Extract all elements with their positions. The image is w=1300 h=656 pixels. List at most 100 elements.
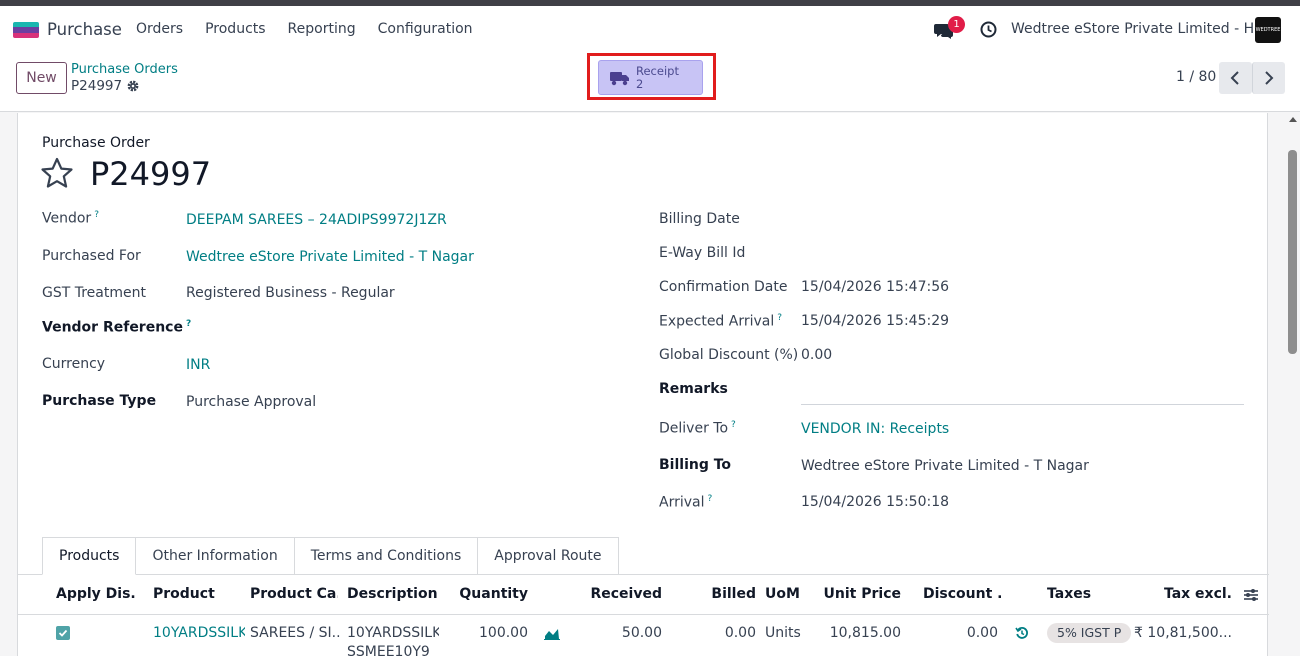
order-name: P24997 [90,155,212,193]
tab-terms-and-conditions[interactable]: Terms and Conditions [294,537,479,575]
gear-icon[interactable] [126,79,140,93]
confirmation-date-value[interactable]: 15/04/2026 15:47:56 [801,279,949,295]
optional-columns-icon[interactable] [1243,588,1259,602]
check-icon [58,629,68,637]
chevron-left-icon [1230,71,1239,85]
deliver-to-label: Deliver To? [659,420,736,437]
global-discount-label: Global Discount (%) [659,347,799,363]
breadcrumb-purchase-orders[interactable]: Purchase Orders [71,62,178,77]
arrival-value[interactable]: 15/04/2026 15:50:18 [801,494,949,510]
tab-approval-route[interactable]: Approval Route [478,537,619,575]
tax-tag[interactable]: 5% IGST P [1047,623,1132,643]
col-unit-price[interactable]: Unit Price [818,586,901,602]
pager-next-button[interactable] [1252,62,1285,94]
billing-to-label: Billing To [659,457,732,473]
forecast-chart-icon[interactable] [544,627,560,640]
form-sheet: Purchase Order P24997 Vendor? DEEPAM SAR… [17,113,1269,656]
new-button[interactable]: New [16,62,67,94]
activity-clock-icon[interactable] [980,21,997,38]
currency-label: Currency [42,356,106,372]
deliver-to-label-text: Deliver To [659,420,729,437]
col-tax-excluded[interactable]: Tax excl. [1138,586,1232,602]
deliver-to-help[interactable]: ? [731,420,736,430]
currency-value[interactable]: INR [186,357,210,373]
gst-treatment-label: GST Treatment [42,285,146,301]
col-billed[interactable]: Billed [688,586,756,602]
row-product[interactable]: 10YARDSSILKS [153,625,245,641]
global-discount-value[interactable]: 0.00 [801,347,832,363]
pager-previous-button[interactable] [1219,62,1252,94]
row-description-line2[interactable]: SSMEE10Y9 [347,644,439,656]
company-switcher[interactable]: Wedtree eStore Private Limited - HO [1011,21,1265,37]
col-taxes[interactable]: Taxes [1047,586,1107,602]
remarks-input[interactable] [801,383,1244,401]
menu-products[interactable]: Products [205,21,265,37]
purchase-app-icon[interactable] [13,22,39,38]
row-tax-excluded[interactable]: ₹ 10,81,500... [1128,625,1232,641]
expected-arrival-label-text: Expected Arrival [659,313,775,330]
user-avatar[interactable]: WEDTREE [1255,17,1281,43]
row-unit-price[interactable]: 10,815.00 [818,625,901,641]
col-description[interactable]: Description [347,586,437,602]
col-product[interactable]: Product [153,586,233,602]
billing-to-value[interactable]: Wedtree eStore Private Limited - T Nagar [801,458,1089,474]
form-title-label: Purchase Order [42,135,150,151]
tab-products[interactable]: Products [42,537,137,575]
scroll-up-arrow[interactable] [1289,117,1297,122]
avatar-text: WEDTREE [1255,26,1281,33]
vendor-reference-input[interactable] [186,319,486,337]
star-icon[interactable] [40,157,74,189]
col-received[interactable]: Received [578,586,662,602]
row-description-line1[interactable]: 10YARDSSILK [347,625,439,641]
row-quantity[interactable]: 100.00 [448,625,528,641]
purchased-for-value[interactable]: Wedtree eStore Private Limited - T Nagar [186,249,474,265]
menu-configuration[interactable]: Configuration [378,21,473,37]
scroll-thumb[interactable] [1288,150,1297,354]
receipt-label: Receipt [636,64,679,78]
row-uom[interactable]: Units [765,625,815,641]
expected-arrival-value[interactable]: 15/04/2026 15:45:29 [801,313,949,329]
col-quantity[interactable]: Quantity [448,586,528,602]
deliver-to-value[interactable]: VENDOR IN: Receipts [801,421,949,437]
vendor-reference-label: Vendor Reference? [42,319,191,336]
purchase-type-value[interactable]: Purchase Approval [186,394,316,410]
history-icon[interactable] [1015,626,1029,640]
row-received[interactable]: 50.00 [578,625,662,641]
apply-discount-checkbox[interactable] [56,626,70,640]
expected-arrival-label: Expected Arrival? [659,313,782,330]
app-name[interactable]: Purchase [47,20,122,39]
col-apply-discount[interactable]: Apply Dis... [56,586,136,602]
purchase-type-label: Purchase Type [42,393,157,409]
vendor-label: Vendor? [42,210,99,227]
page-scrollbar[interactable] [1286,113,1300,656]
arrival-help[interactable]: ? [708,494,713,504]
confirmation-date-label: Confirmation Date [659,279,788,295]
row-billed[interactable]: 0.00 [688,625,756,641]
menu-orders[interactable]: Orders [136,21,183,37]
arrival-label: Arrival? [659,494,712,511]
row-category[interactable]: SAREES / SI... [250,625,340,641]
remarks-underline [801,404,1244,405]
expected-arrival-help[interactable]: ? [777,313,782,323]
col-uom[interactable]: UoM [765,586,815,602]
receipt-smart-button[interactable]: Receipt 2 [598,60,703,95]
menu-reporting[interactable]: Reporting [288,21,356,37]
billing-date-input[interactable] [801,211,1101,229]
eway-bill-input[interactable] [801,245,1101,263]
gst-treatment-value[interactable]: Registered Business - Regular [186,285,395,301]
top-navbar: Purchase Orders Products Reporting Confi… [0,6,1300,53]
purchased-for-label: Purchased For [42,248,141,264]
control-panel: New Purchase Orders P24997 Receipt 2 1 /… [0,53,1300,112]
col-discount[interactable]: Discount ... [923,586,1001,602]
main-menu: Orders Products Reporting Configuration [136,21,495,37]
breadcrumb-current: P24997 [71,78,123,94]
pager-value[interactable]: 1 / 80 [1176,69,1216,85]
remarks-label: Remarks [659,381,728,397]
receipt-count: 2 [636,77,644,91]
truck-icon [610,72,629,86]
vendor-value[interactable]: DEEPAM SAREES – 24ADIPS9972J1ZR [186,212,447,228]
vendor-help[interactable]: ? [94,210,99,220]
col-product-category[interactable]: Product Ca... [250,586,338,602]
tab-other-information[interactable]: Other Information [136,537,295,575]
row-discount[interactable]: 0.00 [923,625,998,641]
